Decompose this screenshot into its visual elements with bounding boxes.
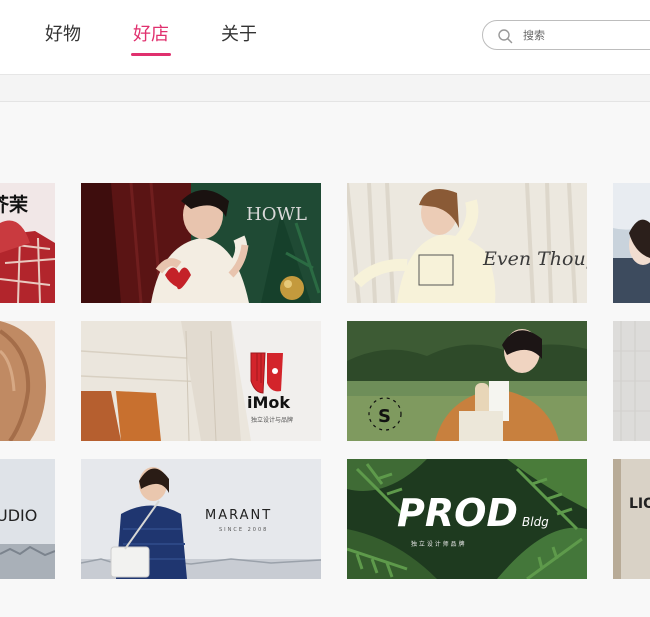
filter-bar xyxy=(0,75,650,102)
tab-goods[interactable]: 好物 xyxy=(45,24,81,46)
search-box[interactable] xyxy=(482,20,650,50)
shop-card-partial-1[interactable] xyxy=(613,183,650,303)
shop-card-imok[interactable]: iMok 独立设计与品牌 xyxy=(81,321,321,441)
shop-brand-text: Even Though xyxy=(482,248,587,270)
shop-card-howl[interactable]: HOWL xyxy=(81,183,321,303)
shop-card-prod-bldg[interactable]: PROD Bldg 独 立 设 计 师 品 牌 xyxy=(347,459,587,579)
shop-brand-text: UDIO xyxy=(0,506,37,525)
shop-brand-text: LIO xyxy=(629,496,650,512)
shop-brand-text: S xyxy=(378,406,391,427)
tab-about[interactable]: 关于 xyxy=(221,24,257,46)
shop-card-studio[interactable]: UDIO xyxy=(0,459,55,579)
shop-card-jiemo[interactable]: 芥茉 xyxy=(0,183,55,303)
top-nav-bar: 好物 好店 关于 xyxy=(0,0,650,75)
search-input[interactable] xyxy=(523,26,650,44)
shop-brand-text: HOWL xyxy=(246,204,307,225)
shop-brand-text: iMok xyxy=(247,393,290,412)
shop-card-lio[interactable]: LIO xyxy=(613,459,650,579)
shop-sub-text: Bldg xyxy=(522,515,549,529)
shop-brand-text: PROD xyxy=(397,491,518,535)
tab-shops[interactable]: 好店 xyxy=(133,24,169,46)
shop-card-s[interactable]: S xyxy=(347,321,587,441)
shop-card-partial-2[interactable] xyxy=(0,321,55,441)
shop-tagline: 独 立 设 计 师 品 牌 xyxy=(411,540,464,548)
shop-brand-text: MARANT xyxy=(205,508,272,523)
shop-sub-text: 独立设计与品牌 xyxy=(251,416,293,424)
shop-card-even-though[interactable]: Even Though xyxy=(347,183,587,303)
search-icon[interactable] xyxy=(497,28,513,44)
active-tab-indicator xyxy=(131,53,171,56)
shop-card-partial-3[interactable] xyxy=(613,321,650,441)
shop-sub-text: SINCE 2008 xyxy=(219,527,268,533)
shop-brand-text: 芥茉 xyxy=(0,193,28,216)
shop-card-marant[interactable]: MARANT SINCE 2008 xyxy=(81,459,321,579)
